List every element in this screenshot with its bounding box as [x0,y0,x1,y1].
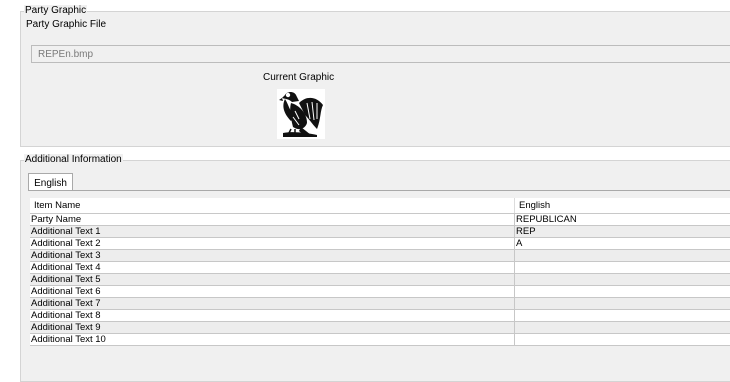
item-name-cell[interactable]: Additional Text 10 [30,334,515,346]
table-row[interactable]: Additional Text 9 [30,322,730,334]
current-graphic-label: Current Graphic [263,72,334,84]
table-row[interactable]: Additional Text 1REP [30,226,730,238]
item-name-cell[interactable]: Additional Text 1 [30,226,515,238]
tab-strip-divider [28,190,730,191]
party-graphic-file-label: Party Graphic File [26,19,106,31]
table-row[interactable]: Additional Text 2A [30,238,730,250]
english-value-cell[interactable] [515,274,730,286]
english-value-cell[interactable] [515,310,730,322]
party-graphic-file-field[interactable]: REPEn.bmp [31,45,730,63]
english-value-cell[interactable]: REP [515,226,730,238]
additional-info-group: Additional Information English Item Name… [20,160,730,382]
table-row[interactable]: Additional Text 8 [30,310,730,322]
item-name-cell[interactable]: Additional Text 7 [30,298,515,310]
english-value-cell[interactable] [515,322,730,334]
english-value-cell[interactable] [515,250,730,262]
table-row[interactable]: Additional Text 6 [30,286,730,298]
item-name-cell[interactable]: Additional Text 3 [30,250,515,262]
additional-info-table: Item Name English Party NameREPUBLICANAd… [30,198,730,346]
english-value-cell[interactable]: REPUBLICAN [515,214,730,226]
english-value-cell[interactable] [515,298,730,310]
table-row[interactable]: Additional Text 3 [30,250,730,262]
column-header-english[interactable]: English [515,198,730,214]
item-name-cell[interactable]: Additional Text 9 [30,322,515,334]
english-value-cell[interactable] [515,286,730,298]
table-row[interactable]: Additional Text 4 [30,262,730,274]
item-name-cell[interactable]: Additional Text 4 [30,262,515,274]
party-graphic-legend: Party Graphic [24,5,87,17]
table-row[interactable]: Additional Text 7 [30,298,730,310]
item-name-cell[interactable]: Additional Text 2 [30,238,515,250]
item-name-cell[interactable]: Additional Text 8 [30,310,515,322]
table-row[interactable]: Additional Text 5 [30,274,730,286]
english-value-cell[interactable]: A [515,238,730,250]
item-name-cell[interactable]: Additional Text 6 [30,286,515,298]
column-header-item-name[interactable]: Item Name [30,198,515,214]
additional-info-legend: Additional Information [24,154,123,166]
party-graphic-group: Party Graphic Party Graphic File REPEn.b… [20,11,730,147]
english-value-cell[interactable] [515,262,730,274]
table-row[interactable]: Additional Text 10 [30,334,730,346]
table-row[interactable]: Party NameREPUBLICAN [30,214,730,226]
tab-english[interactable]: English [28,173,73,191]
english-value-cell[interactable] [515,334,730,346]
item-name-cell[interactable]: Additional Text 5 [30,274,515,286]
eagle-graphic-icon [277,89,325,139]
item-name-cell[interactable]: Party Name [30,214,515,226]
